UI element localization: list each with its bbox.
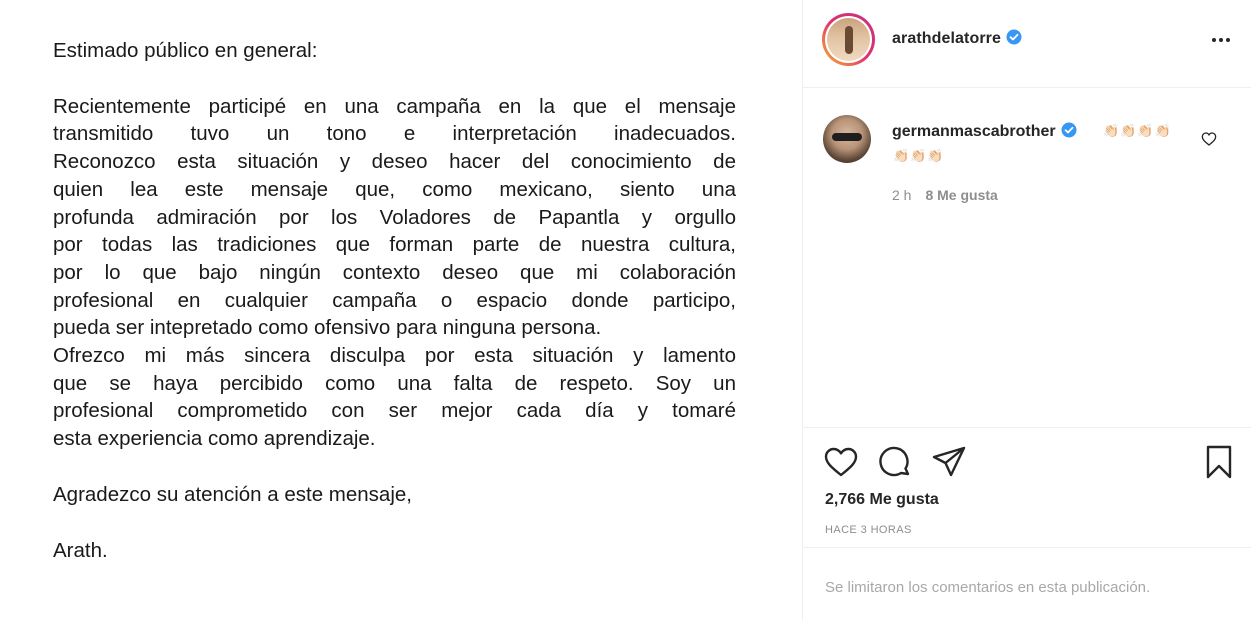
commenter-username: germanmascabrother	[892, 123, 1056, 140]
share-icon[interactable]	[931, 444, 967, 480]
comment-likes-link[interactable]: 8 Me gusta	[925, 187, 997, 203]
letter-line: profesional en cualquier campaña o espac…	[53, 288, 736, 312]
post-header: arathdelatorre	[803, 0, 1251, 88]
comments-section: germanmascabrother 👏🏻👏🏻👏🏻👏🏻 👏🏻👏🏻👏🏻 2 h 8 …	[803, 88, 1251, 427]
comment-like-heart-icon[interactable]	[1201, 131, 1217, 147]
author-username-link[interactable]: arathdelatorre	[892, 29, 1022, 50]
statement-letter: Estimado público en general: Recientemen…	[53, 37, 736, 564]
avatar-photo	[827, 18, 870, 61]
likes-count-link[interactable]: 2,766 Me gusta	[825, 491, 939, 509]
letter-line: profesional comprometido con ser mejor c…	[53, 399, 736, 423]
more-options-icon[interactable]	[1210, 30, 1232, 50]
author-username: arathdelatorre	[892, 30, 1001, 47]
letter-line: esta experiencia como aprendizaje.	[53, 427, 376, 451]
bookmark-icon[interactable]	[1201, 444, 1237, 480]
clapping-hands-icon: 👏🏻👏🏻👏🏻👏🏻	[1103, 123, 1172, 138]
commenter-avatar[interactable]	[823, 115, 871, 163]
letter-line: Recientemente participé en una campaña e…	[53, 94, 736, 118]
letter-line: por todas las tradiciones que forman par…	[53, 233, 736, 257]
letter-body: Recientemente participé en una campaña e…	[53, 93, 736, 453]
commenter-username-link[interactable]: germanmascabrother	[892, 122, 1077, 143]
letter-line: pueda ser intepretado como ofensivo para…	[53, 316, 602, 340]
verified-badge-icon	[1061, 122, 1077, 143]
comments-limited-notice: Se limitaron los comentarios en esta pub…	[803, 547, 1251, 620]
letter-line: Ofrezco mi más sincera disculpa por esta…	[53, 344, 736, 368]
comment-time: 2 h	[892, 187, 912, 203]
verified-badge-icon	[1006, 29, 1022, 50]
letter-line: quien lea este mensaje que, como mexican…	[53, 177, 736, 201]
letter-closing: Agradezco su atención a este mensaje,	[53, 482, 412, 506]
post-sidebar: arathdelatorre germanmascabrother 👏🏻👏🏻👏🏻…	[802, 0, 1251, 620]
letter-line: por lo que bajo ningún contexto deseo qu…	[53, 260, 736, 284]
comment-meta: 2 h 8 Me gusta	[892, 187, 998, 203]
letter-signature: Arath.	[53, 538, 108, 562]
post-actions: 2,766 Me gusta HACE 3 HORAS	[803, 427, 1251, 547]
letter-line: Reconozco esta situación y deseo hacer d…	[53, 150, 736, 174]
letter-line: que se haya percibido como una falta de …	[53, 371, 736, 395]
letter-greeting: Estimado público en general:	[53, 39, 318, 62]
avatar-frame	[825, 16, 872, 63]
post-image: Estimado público en general: Recientemen…	[0, 0, 802, 620]
comments-limited-text: Se limitaron los comentarios en esta pub…	[825, 579, 1151, 596]
letter-line: profunda admiración por los Voladores de…	[53, 205, 736, 229]
avatar-glasses	[832, 133, 862, 141]
post-timestamp[interactable]: HACE 3 HORAS	[825, 524, 912, 536]
comment-icon[interactable]	[877, 444, 913, 480]
heart-icon[interactable]	[823, 444, 859, 480]
clapping-hands-icon: 👏🏻👏🏻👏🏻	[893, 148, 945, 163]
letter-line: transmitido tuvo un tono e interpretació…	[53, 122, 736, 146]
avatar-figure	[845, 26, 853, 54]
author-avatar[interactable]	[822, 13, 875, 66]
